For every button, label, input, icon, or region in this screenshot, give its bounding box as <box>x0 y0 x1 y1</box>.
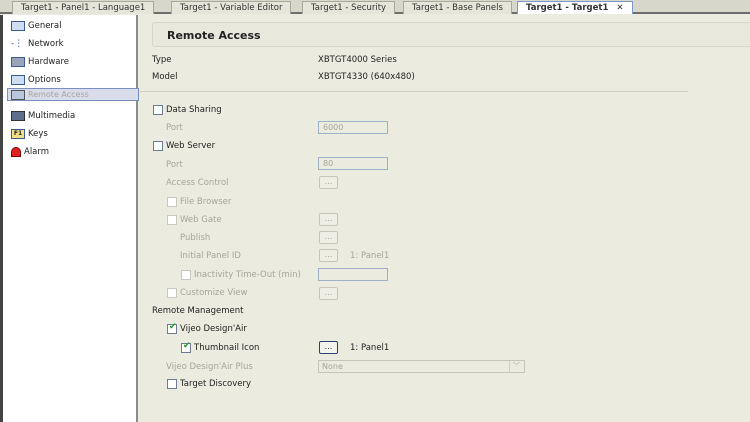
tab-label: Target1 - Target1 <box>526 3 609 13</box>
tab-label: Target1 - Base Panels <box>412 3 503 13</box>
tab-variable-editor[interactable]: Target1 - Variable Editor <box>171 1 292 14</box>
thumbnail-icon-button[interactable]: ... <box>319 341 338 354</box>
sidebar-item-multimedia[interactable]: Multimedia <box>7 107 139 125</box>
vijeo-plus-select[interactable]: None ﹀ <box>318 360 525 373</box>
thumbnail-icon-checkbox[interactable] <box>181 341 191 353</box>
publish-button[interactable]: ... <box>319 231 338 244</box>
vijeo-plus-label: Vijeo Design'Air Plus <box>166 362 253 372</box>
sidebar-item-remote-access[interactable]: Remote Access <box>7 88 139 101</box>
inactivity-input[interactable] <box>318 268 388 281</box>
tab-security[interactable]: Target1 - Security <box>302 1 396 14</box>
chevron-down-icon: ﹀ <box>509 361 523 372</box>
close-icon[interactable]: ✕ <box>616 3 623 13</box>
sidebar: General -⋮ Network Hardware Options Remot… <box>0 15 139 422</box>
sidebar-item-options[interactable]: Options <box>7 71 139 89</box>
sidebar-item-label: Options <box>28 75 61 85</box>
data-sharing-checkbox[interactable] <box>153 105 163 115</box>
sidebar-item-hardware[interactable]: Hardware <box>7 53 139 71</box>
sidebar-item-label: Network <box>28 39 64 49</box>
web-server-checkbox[interactable] <box>153 141 163 151</box>
vijeo-plus-value: None <box>322 362 343 371</box>
tab-base-panels[interactable]: Target1 - Base Panels <box>403 1 512 14</box>
tab-bar: Target1 - Panel1 - Language1 Target1 - V… <box>0 0 750 14</box>
web-gate-checkbox[interactable] <box>167 215 177 225</box>
inactivity-checkbox[interactable] <box>181 270 191 280</box>
remote-access-icon <box>11 89 25 100</box>
web-server-label: Web Server <box>166 141 216 151</box>
sidebar-item-label: Alarm <box>24 147 50 157</box>
sidebar-item-label: Multimedia <box>28 111 76 121</box>
divider <box>140 91 688 92</box>
initial-panel-id-button[interactable]: ... <box>319 249 338 262</box>
model-label: Model <box>152 72 178 82</box>
sidebar-item-network[interactable]: -⋮ Network <box>7 35 139 53</box>
options-icon <box>11 75 25 85</box>
thumbnail-value: 1: Panel1 <box>350 343 390 353</box>
tab-label: Target1 - Variable Editor <box>180 3 283 13</box>
customize-view-label: Customize View <box>180 288 248 298</box>
model-value: XBTGT4330 (640x480) <box>318 72 415 82</box>
tab-label: Target1 - Panel1 - Language1 <box>21 3 146 13</box>
page-title: Remote Access <box>152 22 750 47</box>
inactivity-label: Inactivity Time-Out (min) <box>194 270 301 280</box>
vijeo-designair-label: Vijeo Design'Air <box>180 324 247 334</box>
sidebar-item-label: Remote Access <box>28 90 89 99</box>
tab-label: Target1 - Security <box>311 3 387 13</box>
multimedia-icon <box>11 111 25 121</box>
web-server-port-input[interactable]: 80 <box>318 157 388 170</box>
customize-view-button[interactable]: ... <box>319 287 338 300</box>
port-label: Port <box>166 160 183 170</box>
port-label: Port <box>166 123 183 133</box>
sidebar-item-alarm[interactable]: Alarm <box>7 143 139 161</box>
customize-view-checkbox[interactable] <box>167 288 177 298</box>
tab-target1[interactable]: Target1 - Target1 ✕ <box>517 1 633 14</box>
web-gate-label: Web Gate <box>180 215 222 225</box>
sidebar-item-label: General <box>28 21 62 31</box>
initial-panel-value: 1: Panel1 <box>350 251 390 261</box>
sidebar-item-label: Hardware <box>28 57 70 67</box>
data-sharing-port-input[interactable]: 6000 <box>318 121 388 134</box>
target-discovery-checkbox[interactable] <box>167 379 177 389</box>
window-icon <box>11 21 25 31</box>
initial-panel-id-label: Initial Panel ID <box>180 251 241 261</box>
sidebar-item-general[interactable]: General <box>7 17 139 35</box>
alarm-icon <box>11 147 21 157</box>
sidebar-item-label: Keys <box>28 129 48 139</box>
network-icon: -⋮ <box>11 39 24 49</box>
file-browser-checkbox[interactable] <box>167 197 177 207</box>
sidebar-item-keys[interactable]: F1 Keys <box>7 125 139 143</box>
access-control-label: Access Control <box>166 178 229 188</box>
target-discovery-label: Target Discovery <box>180 379 251 389</box>
hardware-icon <box>11 57 25 67</box>
data-sharing-label: Data Sharing <box>166 105 222 115</box>
keys-icon: F1 <box>11 129 25 139</box>
access-control-button[interactable]: ... <box>319 176 338 189</box>
thumbnail-icon-label: Thumbnail Icon <box>194 343 260 353</box>
type-label: Type <box>152 55 172 65</box>
file-browser-label: File Browser <box>180 197 232 207</box>
vijeo-designair-checkbox[interactable] <box>167 322 177 334</box>
publish-label: Publish <box>180 233 211 243</box>
web-gate-button[interactable]: ... <box>319 213 338 226</box>
type-value: XBTGT4000 Series <box>318 55 397 65</box>
remote-access-panel: Remote Access Type XBTGT4000 Series Mode… <box>140 15 750 422</box>
remote-management-heading: Remote Management <box>152 306 244 316</box>
tab-panel1-language1[interactable]: Target1 - Panel1 - Language1 <box>12 1 155 14</box>
